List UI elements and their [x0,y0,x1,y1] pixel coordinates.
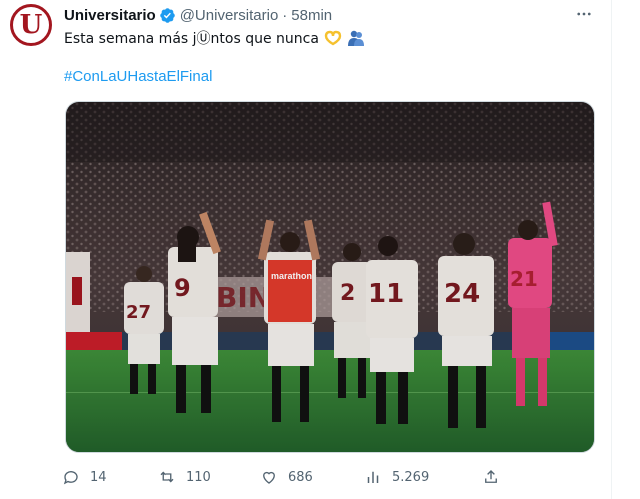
like-count: 686 [288,469,313,485]
views-button[interactable]: 5.269 [364,466,429,488]
tweet-body: Esta semana más jⓊntos que nunca [64,31,319,47]
reply-button[interactable]: 14 [62,466,107,488]
share-button[interactable] [482,466,510,488]
share-icon [485,470,497,483]
avatar-letter: U [19,10,43,40]
tweet-text: Esta semana más jⓊntos que nunca [64,28,365,48]
like-button[interactable]: 686 [260,466,313,488]
view-count: 5.269 [392,469,430,485]
heart-hands-emoji-icon [324,30,342,46]
repost-button[interactable]: 110 [158,466,211,488]
reply-icon [63,471,78,485]
tweet-actions-bar: 14 110 686 5.269 [62,466,512,488]
separator-dot: · [282,6,288,24]
tweet-card[interactable]: U Universitario @Universitario · 58min E… [0,0,612,499]
hashtag-link[interactable]: #ConLaUHastaElFinal [64,68,212,85]
tweet-header: Universitario @Universitario · 58min [64,6,332,24]
tweet-photo[interactable]: BINCA 27 [65,101,595,453]
reply-count: 14 [90,469,107,485]
display-name[interactable]: Universitario [64,7,156,24]
hug-emoji-icon [347,30,364,46]
timestamp[interactable]: 58min [291,7,332,24]
user-handle[interactable]: @Universitario [180,7,279,24]
heart-icon [263,471,275,484]
views-chart-icon [367,471,379,483]
repost-count: 110 [186,469,211,485]
repost-icon [160,471,174,483]
verified-badge-icon [159,7,175,23]
avatar[interactable]: U [10,4,52,46]
more-options-icon[interactable] [574,4,594,24]
